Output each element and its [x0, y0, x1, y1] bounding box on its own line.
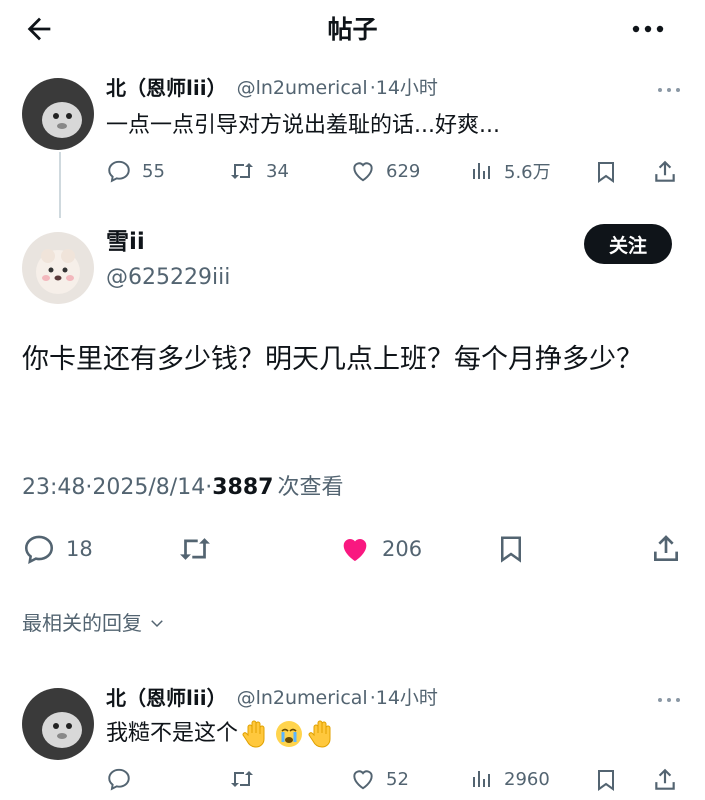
main-like-count: 206	[382, 537, 423, 561]
main-avatar[interactable]	[22, 232, 94, 304]
main-reply-button[interactable]: 18	[22, 532, 93, 566]
follow-button[interactable]: 关注	[584, 224, 672, 264]
reply-avatar[interactable]	[22, 688, 94, 760]
views-icon	[473, 163, 490, 179]
heart-filled-icon	[343, 538, 367, 562]
reply-sort-label: 最相关的回复	[22, 611, 142, 635]
reply-retweet-button[interactable]	[228, 766, 256, 792]
main-views-count: 3887	[212, 475, 274, 500]
main-tweet-timestamp: 23:48·2025/8/14·3887 次查看	[22, 472, 343, 504]
thread-connector	[59, 152, 61, 218]
parent-bookmark-button[interactable]	[594, 158, 618, 186]
reply-header: 北（恩师lii） @ln2umerical ·14小时	[106, 684, 438, 712]
bookmark-icon	[598, 770, 614, 791]
parent-reply-count: 55	[142, 160, 165, 182]
main-share-button[interactable]	[650, 532, 682, 566]
chevron-down-icon	[151, 620, 163, 628]
parent-more-button[interactable]	[654, 80, 684, 100]
more-button[interactable]	[630, 14, 670, 44]
reply-time: ·14小时	[369, 687, 438, 709]
retweet-icon	[231, 771, 253, 787]
main-tweet-text: 你卡里还有多少钱？明天几点上班？每个月挣多少？	[22, 344, 643, 375]
main-tweet-time: 23:48	[22, 475, 86, 500]
views-icon	[473, 771, 490, 787]
reply-text: 我糙不是这个	[106, 721, 239, 746]
parent-reply-button[interactable]: 55	[106, 158, 165, 184]
main-views-label: 次查看	[277, 475, 344, 500]
reply-views-button[interactable]: 2960	[470, 766, 550, 792]
raised-hand-emoji-icon	[242, 720, 265, 748]
reply-bookmark-button[interactable]	[594, 766, 618, 794]
parent-retweet-button[interactable]: 34	[228, 158, 289, 184]
main-like-button[interactable]: 206	[338, 532, 422, 566]
reply-more-button[interactable]	[654, 690, 684, 710]
parent-tweet-time: ·14小时	[369, 77, 438, 99]
more-horizontal-icon	[658, 698, 680, 702]
bookmark-icon	[598, 162, 614, 183]
bookmark-icon	[501, 536, 521, 563]
reply-like-count: 52	[386, 768, 409, 790]
reply-sort-dropdown[interactable]: 最相关的回复	[22, 608, 166, 638]
heart-icon	[353, 770, 373, 790]
retweet-icon	[231, 163, 253, 179]
reply-icon	[108, 768, 130, 791]
main-reply-count: 18	[66, 537, 93, 561]
parent-like-button[interactable]: 629	[350, 158, 420, 184]
parent-views-count: 5.6万	[504, 162, 551, 183]
reply-author-name[interactable]: 北（恩师lii）	[106, 684, 227, 712]
main-tweet-date: ·2025/8/14·	[85, 475, 213, 500]
more-horizontal-icon	[658, 88, 680, 92]
reply-author-handle[interactable]: @ln2umerical	[237, 684, 368, 712]
parent-retweet-count: 34	[266, 160, 289, 182]
crying-face-emoji-icon	[276, 721, 303, 747]
reply-like-button[interactable]: 52	[350, 766, 409, 792]
parent-tweet-header: 北（恩师lii） @ln2umerical ·14小时	[106, 74, 438, 102]
reply-content: 我糙不是这个	[106, 718, 336, 750]
parent-like-count: 629	[386, 160, 421, 182]
main-author-handle[interactable]: @625229iii	[106, 262, 230, 294]
heart-icon	[353, 162, 373, 182]
parent-share-button[interactable]	[652, 158, 678, 186]
main-bookmark-button[interactable]	[496, 532, 526, 566]
raised-hand-emoji-icon	[308, 720, 331, 748]
share-icon	[655, 768, 675, 790]
share-icon	[654, 535, 678, 561]
reply-share-button[interactable]	[652, 766, 678, 794]
share-icon	[655, 160, 675, 182]
parent-author-name[interactable]: 北（恩师lii）	[106, 74, 227, 102]
main-author-name[interactable]: 雪ii	[106, 226, 145, 258]
top-bar: 帖子	[0, 0, 705, 62]
more-horizontal-icon	[632, 25, 664, 33]
reply-reply-button[interactable]	[106, 766, 132, 792]
parent-tweet-text: 一点一点引导对方说出羞耻的话...好爽...	[106, 113, 500, 138]
parent-views-button[interactable]: 5.6万	[470, 158, 551, 184]
main-retweet-button[interactable]	[176, 532, 214, 566]
retweet-icon	[180, 538, 210, 560]
page-title: 帖子	[327, 15, 378, 44]
reply-icon	[108, 160, 130, 183]
parent-avatar[interactable]	[22, 78, 94, 150]
reply-icon	[24, 535, 54, 565]
parent-author-handle[interactable]: @ln2umerical	[237, 74, 368, 102]
reply-views-count: 2960	[504, 768, 550, 790]
